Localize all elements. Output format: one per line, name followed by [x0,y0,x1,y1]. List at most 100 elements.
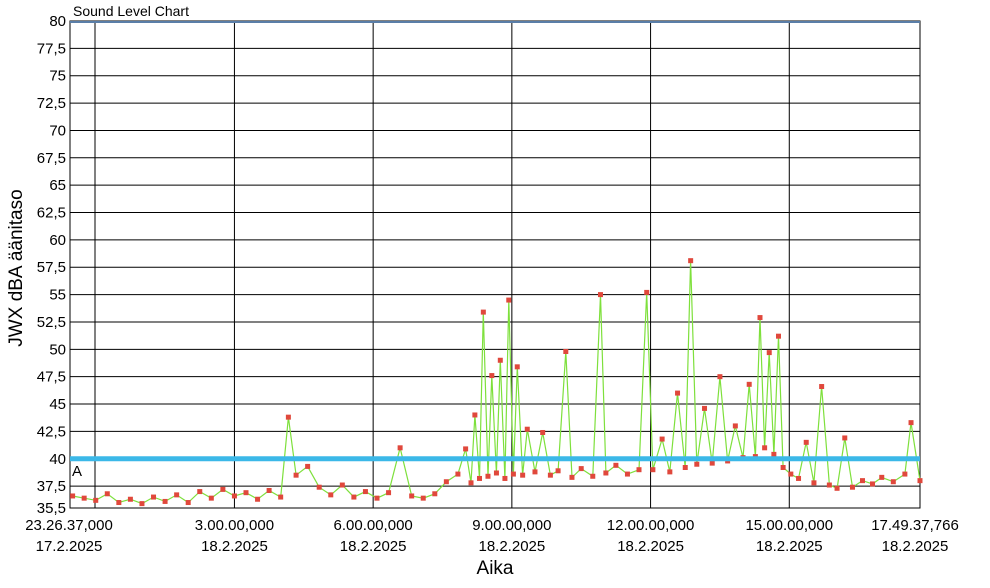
series-point [771,451,777,457]
series-point [243,490,249,496]
series-point [624,471,630,477]
series-point [667,469,673,475]
series-point [762,445,768,451]
series-point [659,436,665,442]
x-tick-time: 6.00.00,000 [334,517,413,534]
series-point [826,482,832,488]
series-point [547,472,553,478]
series-point [463,446,469,452]
y-tick-label: 70 [49,122,66,139]
series-point [803,439,809,445]
y-tick-label: 80 [49,13,66,30]
series-point [472,412,478,418]
series-point [788,471,794,477]
series-point [374,495,380,501]
series-point [780,465,786,471]
y-axis-label: JWX dBA äänitaso [6,189,27,346]
y-tick-label: 50 [49,341,66,358]
series-point [93,497,99,503]
series-point [524,426,530,432]
series-point [819,384,825,390]
series-point [775,333,781,339]
series-point [293,472,299,478]
y-tick-label: 40 [49,451,66,468]
series-point [278,494,284,500]
series-point [386,490,392,496]
series-point [682,465,688,471]
series-point [717,374,723,380]
x-tick-date: 18.2.2025 [882,538,949,555]
y-tick-label: 72,5 [37,95,66,112]
series-point [688,258,694,264]
series-point [675,390,681,396]
y-tick-label: 77,5 [37,40,66,57]
series-point [185,500,191,506]
series-point [162,498,168,504]
chart-title: Sound Level Chart [73,3,189,19]
sound-level-chart: Sound Level Chart 80 77,5 75 72,5 70 67,5 65 62… [0,0,990,588]
series-point [746,381,752,387]
series-point [443,479,449,485]
x-tick-time: 17.49.37,766 [871,517,959,534]
series-point [70,493,76,499]
series-point [455,471,461,477]
series-point [694,461,700,467]
series-point [139,501,145,507]
x-tick-date: 18.2.2025 [201,538,268,555]
series-point [362,489,368,495]
series-point [493,470,499,476]
series-point [397,445,403,451]
series-point [908,420,914,426]
series-point [476,475,482,481]
series-point [569,474,575,480]
x-tick-time: 15.00.00,000 [745,517,833,534]
series-point [597,292,603,298]
series-point [506,297,512,303]
series-point [409,493,415,499]
series-point [255,496,261,502]
x-tick-date: 18.2.2025 [756,538,823,555]
series-point [563,349,569,355]
series-point [489,373,495,379]
series-point [339,482,345,488]
y-tick-label: 37,5 [37,478,66,495]
series-point [644,289,650,295]
series-point [351,494,357,500]
x-tick-time: 23.26.37,000 [25,517,113,534]
series-point [316,484,322,490]
x-tick-time: 9.00.00,000 [472,517,551,534]
y-tick-label: 75 [49,68,66,85]
y-tick-label: 60 [49,232,66,249]
y-tick-label: 45 [49,396,66,413]
x-axis-label: Aika [477,558,514,579]
y-tick-label: 52,5 [37,314,66,331]
y-tick-label: 35,5 [37,500,66,517]
x-tick-date: 18.2.2025 [617,538,684,555]
series-point [510,471,516,477]
series-point [636,467,642,473]
series-point [555,468,561,474]
series-point [590,473,596,479]
y-tick-label: 65 [49,177,66,194]
series-point [285,414,291,420]
series-point [834,485,840,491]
series-point [650,467,656,473]
series-point [127,496,133,502]
x-tick-time: 12.00.00,000 [607,517,695,534]
series-point [208,495,214,501]
series-point [497,357,503,363]
series-point [151,494,157,500]
series-point [266,487,272,493]
series-point [902,471,908,477]
series-point [305,463,311,469]
y-tick-label: 55 [49,287,66,304]
series-point [197,489,203,495]
series-point [520,472,526,478]
series-point [485,473,491,479]
x-tick-time: 3.00.00,000 [195,517,274,534]
reference-line-label: A [72,463,82,480]
series-point [502,475,508,481]
series-point [432,491,438,497]
series-point [796,475,802,481]
series-point [702,405,708,411]
